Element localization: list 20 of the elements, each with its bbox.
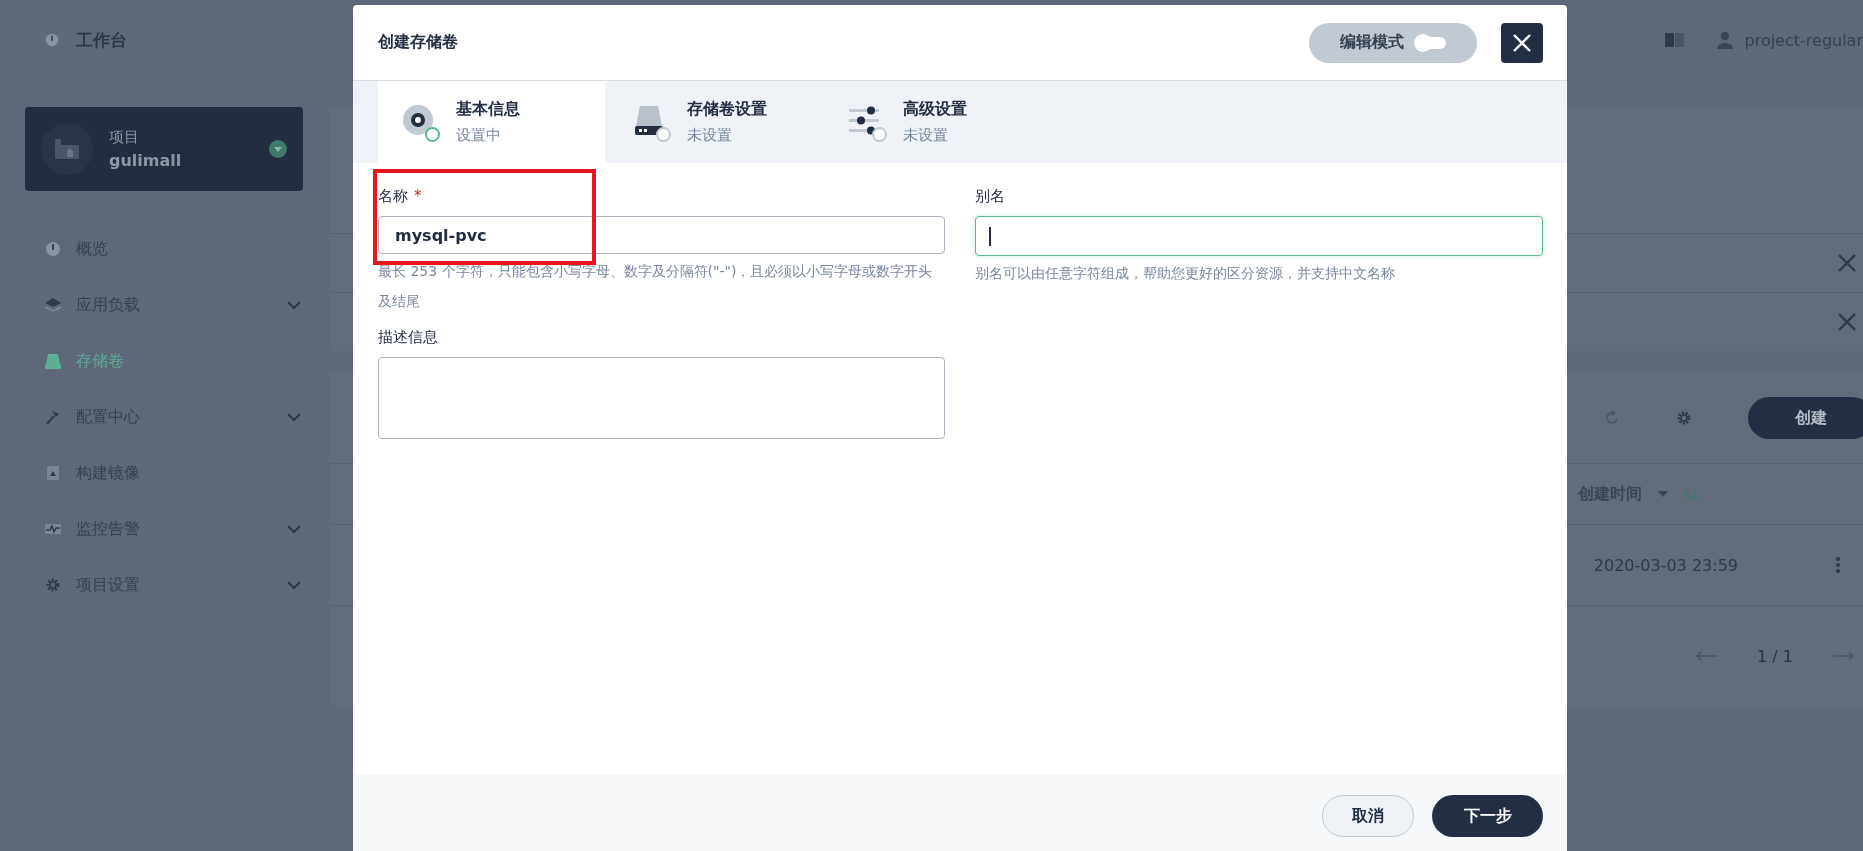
name-field[interactable]: mysql-pvc <box>378 216 945 254</box>
step-tab[interactable]: 高级设置 未设置 <box>825 81 1037 163</box>
field-hint: 别名可以由任意字符组成，帮助您更好的区分资源，并支持中文名称 <box>975 264 1396 283</box>
create-button[interactable]: 创建 <box>1748 397 1863 439</box>
step-tab[interactable]: 存储卷设置 未设置 <box>609 81 821 163</box>
dialog-title: 创建存储卷 <box>378 32 459 53</box>
edit-mode-toggle[interactable]: 编辑模式 <box>1309 22 1477 63</box>
field-label: 描述信息 <box>378 328 438 347</box>
step-tab[interactable]: 基本信息 设置中 <box>378 81 605 163</box>
page-indicator: 1 / 1 <box>1757 646 1793 666</box>
project-selector[interactable]: 项目 gulimall <box>25 107 303 191</box>
field-label: 名称 <box>378 187 408 206</box>
project-name: gulimall <box>109 151 183 170</box>
cancel-button[interactable]: 取消 <box>1322 795 1414 837</box>
required-mark: * <box>414 187 422 206</box>
nav-item[interactable]: 存储卷 <box>25 333 303 389</box>
field-hint: 最长 253 个字符，只能包含小写字母、数字及分隔符("-")，且必须以小写字母或数字开头及结尾 <box>378 262 934 311</box>
next-button[interactable]: 下一步 <box>1432 795 1543 837</box>
project-label: 项目 <box>109 128 140 147</box>
field-label: 别名 <box>975 187 1005 206</box>
